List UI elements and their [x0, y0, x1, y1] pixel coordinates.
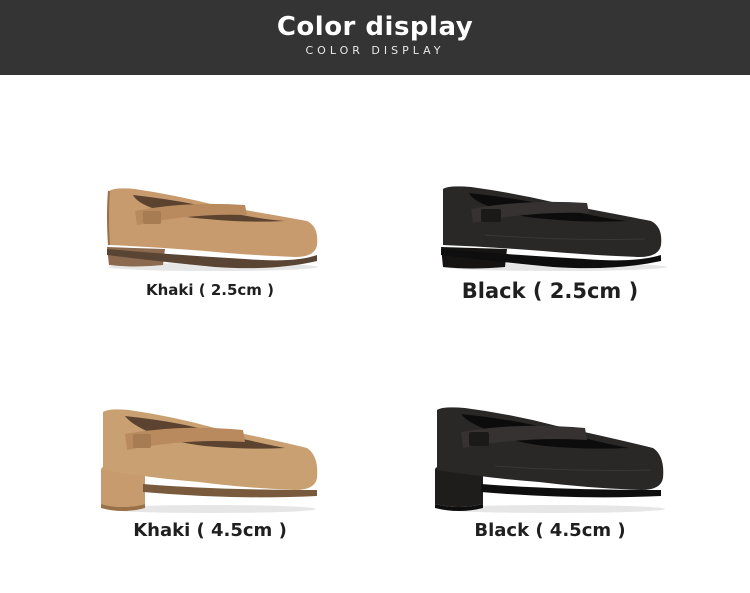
product-label: Black ( 4.5cm ) [474, 520, 626, 541]
product-label: Khaki ( 2.5cm ) [145, 281, 274, 299]
shoe-image-black-block [435, 407, 665, 513]
shoe-image-black-low [441, 186, 667, 271]
product-khaki-low[interactable]: Khaki ( 2.5cm ) [95, 175, 325, 310]
shoe-image-khaki-low [107, 188, 318, 271]
product-label: Black ( 2.5cm ) [461, 279, 639, 303]
product-label: Khaki ( 4.5cm ) [133, 520, 287, 541]
shoe-image-khaki-block [101, 409, 318, 513]
product-black-low[interactable]: Black ( 2.5cm ) [425, 175, 675, 310]
page-subtitle: COLOR DISPLAY [305, 44, 445, 57]
page-title: Color display [276, 12, 474, 42]
product-black-block[interactable]: Black ( 4.5cm ) [425, 400, 675, 550]
product-khaki-block[interactable]: Khaki ( 4.5cm ) [95, 400, 325, 550]
header-banner: Color display COLOR DISPLAY [0, 0, 750, 75]
